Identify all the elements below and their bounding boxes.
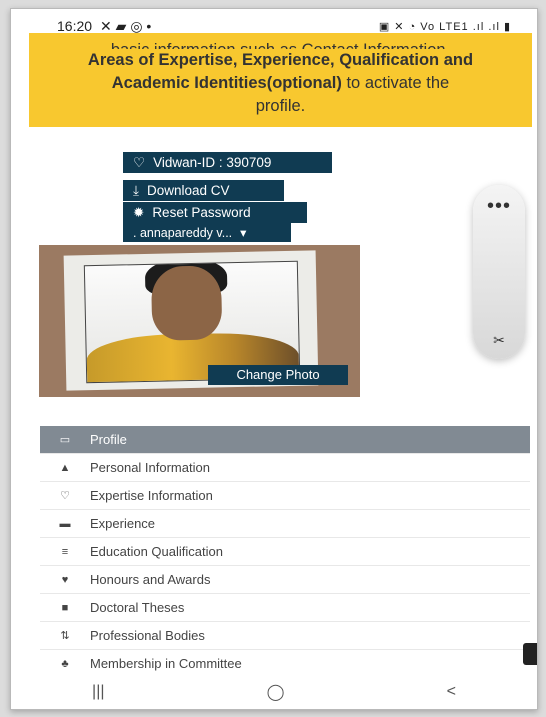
menu-item-experience[interactable]: ▬ Experience (40, 510, 530, 538)
menu-item-label: Professional Bodies (90, 628, 205, 643)
menu-item-expertise-information[interactable]: ♡ Expertise Information (40, 482, 530, 510)
notification-icons: ✕ ▰ ◎ • (100, 17, 152, 34)
menu-item-label: Honours and Awards (90, 572, 211, 587)
portrait-face (150, 265, 223, 341)
download-cv-label: Download CV (146, 183, 230, 198)
banner-line-3-bold: Academic Identities(optional) (111, 74, 342, 92)
back-button[interactable]: < (447, 683, 456, 701)
more-icon[interactable]: ••• (473, 195, 525, 218)
home-button[interactable]: ◯ (267, 682, 285, 702)
menu-item-label: Expertise Information (90, 488, 213, 503)
user-icon: ▲ (59, 461, 71, 474)
download-cv-button[interactable]: ⤓ Download CV (123, 180, 284, 201)
reset-password-button[interactable]: ✹ Reset Password (123, 202, 307, 223)
menu-item-doctoral-theses[interactable]: ■ Doctoral Theses (40, 594, 530, 622)
vidwan-id-badge: ♡ Vidwan-ID : 390709 (123, 152, 332, 173)
briefcase-icon: ▬ (59, 517, 71, 530)
gear-icon: ✹ (133, 204, 145, 220)
users-icon: ♣ (61, 657, 69, 670)
menu-item-label: Membership in Committee (90, 656, 242, 671)
android-nav-bar: ||| ◯ < (11, 674, 537, 709)
menu-item-label: Doctoral Theses (90, 600, 185, 615)
banner-line-4: profile. (255, 97, 306, 115)
menu-item-label: Personal Information (90, 460, 210, 475)
status-time: 16:20 (57, 18, 93, 34)
trophy-icon: ♥ (61, 573, 69, 586)
banner-line-3-rest: to activate the (341, 74, 450, 92)
menu-item-label: Profile (90, 432, 127, 447)
edge-panel-handle[interactable] (523, 643, 537, 665)
user-dropdown[interactable]: . annapareddy v... ▾ (123, 223, 291, 242)
menu-item-label: Education Qualification (90, 544, 223, 559)
scissors-icon[interactable]: ✂ (473, 332, 525, 349)
username-text: . annapareddy v... (133, 225, 233, 240)
sort-icon: ⇅ (60, 630, 70, 642)
menu-item-professional-bodies[interactable]: ⇅ Professional Bodies (40, 622, 530, 650)
menu-item-education-qualification[interactable]: ≡ Education Qualification (40, 538, 530, 566)
change-photo-button[interactable]: Change Photo (208, 365, 348, 385)
banner-line-2: Areas of Expertise, Experience, Qualific… (87, 51, 474, 69)
lightbulb-icon: ♡ (133, 154, 146, 170)
menu-item-profile[interactable]: ▭ Profile (40, 426, 530, 454)
profile-menu: ▭ Profile ▲ Personal Information ♡ Exper… (40, 426, 530, 678)
book-icon: ■ (61, 601, 69, 614)
reset-password-label: Reset Password (152, 205, 251, 220)
caret-down-icon: ▾ (240, 226, 247, 240)
monitor-icon: ▭ (59, 434, 71, 446)
floating-toolbar[interactable]: ••• ✂ (473, 185, 525, 359)
lightbulb-icon: ♡ (60, 490, 70, 502)
vidwan-id-text: Vidwan-ID : 390709 (153, 155, 272, 170)
recents-button[interactable]: ||| (92, 683, 104, 701)
menu-item-label: Experience (90, 516, 156, 531)
profile-activation-banner: basic information such as Contact Inform… (29, 33, 532, 127)
menu-item-honours-and-awards[interactable]: ♥ Honours and Awards (40, 566, 530, 594)
status-bar: 16:20 ✕ ▰ ◎ • ▣ ✕ ◔ Vo LTE1 .ıl .ıl ▮ (11, 9, 537, 43)
download-icon: ⤓ (133, 182, 139, 198)
menu-item-personal-information[interactable]: ▲ Personal Information (40, 454, 530, 482)
phone-screen: 16:20 ✕ ▰ ◎ • ▣ ✕ ◔ Vo LTE1 .ıl .ıl ▮ ba… (10, 8, 538, 710)
system-icons: ▣ ✕ ◔ Vo LTE1 .ıl .ıl ▮ (378, 20, 511, 33)
graduation-cap-icon: ≡ (61, 545, 69, 558)
